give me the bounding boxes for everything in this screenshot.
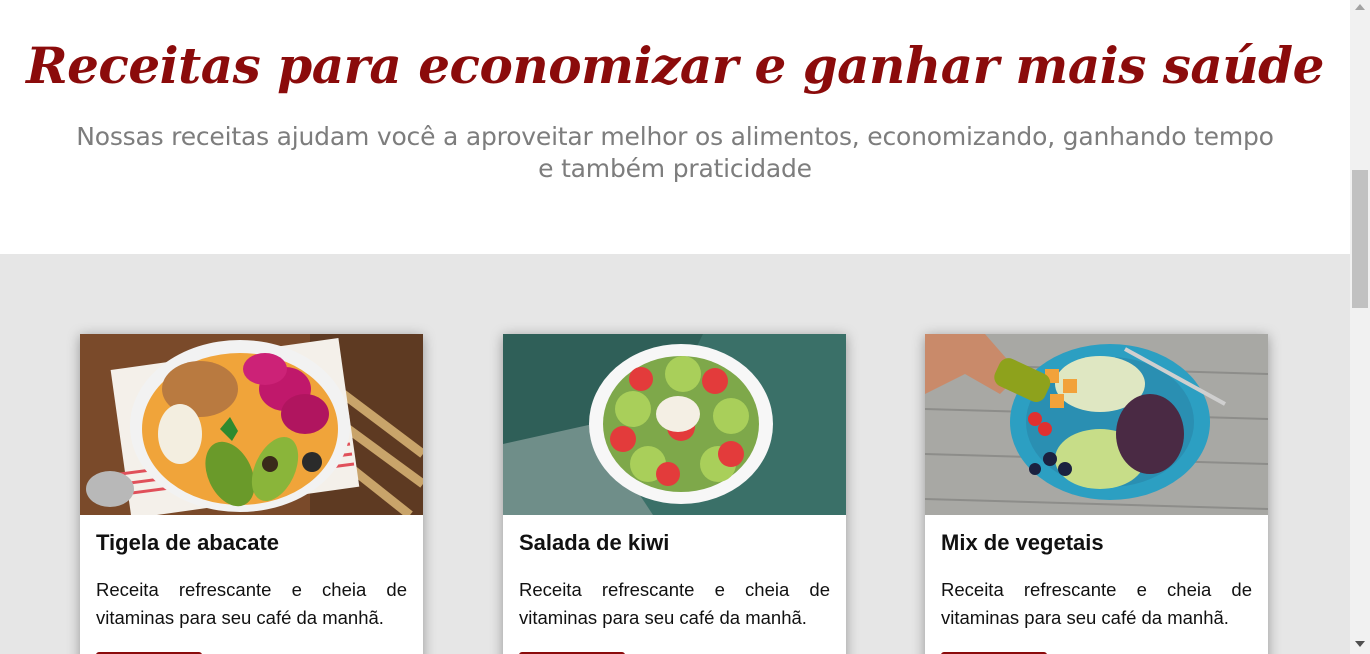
avocado-bowl-image [80, 334, 423, 515]
vegetable-mix-image [925, 334, 1268, 515]
recipes-section: Tigela de abacate Receita refrescante e … [0, 254, 1350, 654]
page-title: Receitas para economizar e ganhar mais s… [26, 36, 1324, 95]
hero-section: Receitas para economizar e ganhar mais s… [0, 0, 1350, 254]
recipe-card-description: Receita refrescante e cheia de vitaminas… [941, 579, 1252, 628]
scroll-down-arrow-icon[interactable] [1355, 641, 1365, 647]
recipe-card-title: Tigela de abacate [96, 530, 280, 555]
page-subtitle: Nossas receitas ajudam você a aproveitar… [76, 122, 1274, 183]
recipe-card-description: Receita refrescante e cheia de vitaminas… [96, 579, 407, 628]
recipe-card-kiwi[interactable]: Salada de kiwi Receita refrescante e che… [503, 334, 846, 654]
recipe-card-avocado[interactable]: Tigela de abacate Receita refrescante e … [80, 334, 423, 654]
scroll-up-arrow-icon[interactable] [1355, 4, 1365, 10]
recipe-card-title: Mix de vegetais [941, 530, 1104, 555]
recipe-card-title: Salada de kiwi [519, 530, 670, 555]
page: Receitas para economizar e ganhar mais s… [0, 0, 1350, 654]
scrollbar-thumb[interactable] [1352, 170, 1368, 308]
vertical-scrollbar[interactable] [1350, 0, 1370, 654]
recipe-card-description: Receita refrescante e cheia de vitaminas… [519, 579, 830, 628]
kiwi-salad-image [503, 334, 846, 515]
recipe-card-vegetables[interactable]: Mix de vegetais Receita refrescante e ch… [925, 334, 1268, 654]
